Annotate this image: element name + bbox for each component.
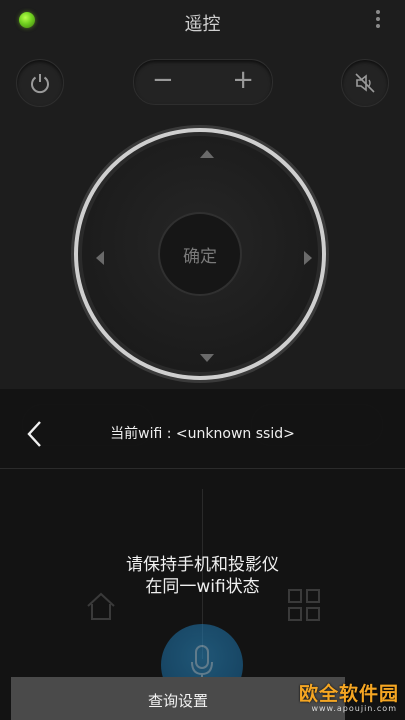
volume-control: − + — [133, 59, 273, 105]
page-title: 遥控 — [184, 14, 221, 35]
message-line-1: 请保持手机和投影仪 — [126, 555, 279, 575]
volume-down-button[interactable]: − — [152, 65, 174, 95]
ok-label: 确定 — [183, 247, 217, 267]
wifi-instruction-message: 请保持手机和投影仪 在同一wifi状态 — [0, 554, 405, 598]
overlay-header: 当前wifi : <unknown ssid> — [0, 419, 405, 449]
up-arrow-button[interactable] — [200, 150, 214, 158]
watermark-url: www.apoujin.com — [311, 704, 397, 713]
left-arrow-button[interactable] — [96, 251, 104, 265]
message-line-2: 在同一wifi状态 — [145, 577, 260, 597]
current-wifi-label: 当前wifi : <unknown ssid> — [110, 426, 295, 442]
overlay-divider — [0, 468, 405, 469]
power-icon — [31, 74, 49, 94]
wifi-overlay-panel: 当前wifi : <unknown ssid> 请保持手机和投影仪 在同一wif… — [0, 389, 405, 720]
down-arrow-button[interactable] — [200, 354, 214, 362]
top-bar: 遥控 — [0, 0, 405, 44]
ok-button[interactable]: 确定 — [158, 212, 242, 296]
remote-screen: 遥控 − + 确定 当前wifi: <unknown ssid> 请保持手机和… — [0, 0, 405, 720]
watermark-brand: 欧全软件园 — [298, 683, 399, 705]
mute-button[interactable] — [341, 59, 389, 107]
mute-icon — [355, 73, 375, 93]
volume-up-button[interactable]: + — [232, 65, 254, 95]
direction-pad: 确定 — [74, 128, 326, 380]
more-menu-icon[interactable] — [373, 10, 383, 32]
power-button[interactable] — [16, 59, 64, 107]
watermark: 欧全软件园 www.apoujin.com — [235, 677, 405, 720]
right-arrow-button[interactable] — [304, 251, 312, 265]
